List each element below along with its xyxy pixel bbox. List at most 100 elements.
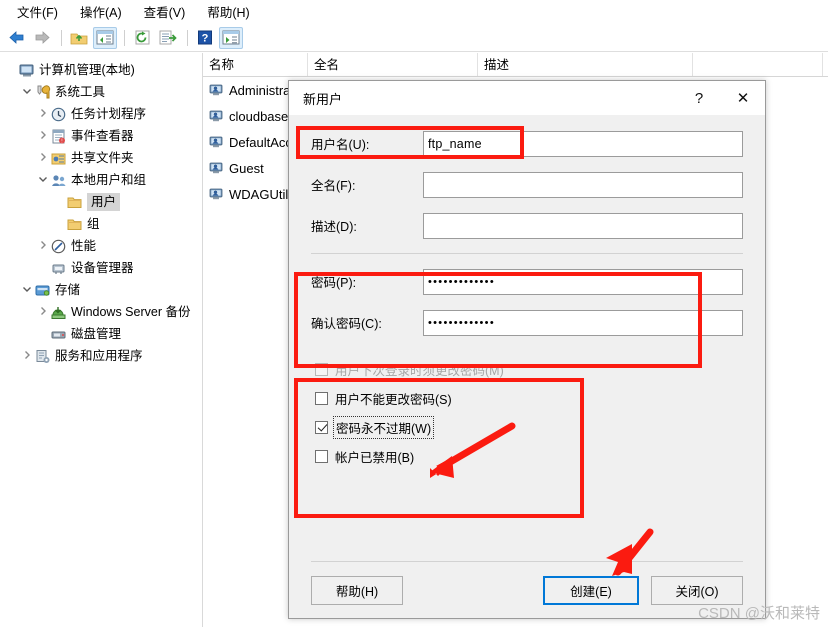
checkbox-must-change-password-row[interactable]: 用户下次登录时须更改密码(M) bbox=[289, 355, 765, 384]
column-header-blank[interactable] bbox=[693, 53, 823, 76]
back-icon[interactable] bbox=[4, 27, 28, 49]
backup-icon bbox=[50, 304, 68, 320]
sidebar-item-label: 共享文件夹 bbox=[71, 151, 134, 165]
dialog-body: 用户名(U): ftp_name 全名(F): 描述(D): 密码(P): ••… bbox=[289, 115, 765, 618]
new-user-dialog: 新用户 ? ✕ 用户名(U): ftp_name 全名(F): 描述(D): 密… bbox=[288, 80, 766, 619]
column-header-描述[interactable]: 描述 bbox=[478, 53, 693, 76]
tools-icon bbox=[34, 84, 52, 100]
chevron-right-icon[interactable] bbox=[20, 350, 34, 363]
checkbox-password-never-expires[interactable] bbox=[315, 421, 328, 434]
event-icon: ! bbox=[50, 128, 68, 144]
sidebar-item-system-tools[interactable]: 系统工具 bbox=[0, 81, 202, 103]
chevron-down-icon[interactable] bbox=[20, 86, 34, 99]
sidebar-item-task-scheduler[interactable]: 任务计划程序 bbox=[0, 103, 202, 125]
sidebar-item-label: 事件查看器 bbox=[71, 129, 134, 143]
help-button[interactable]: 帮助(H) bbox=[311, 575, 403, 605]
share-icon bbox=[50, 150, 68, 166]
sidebar-item-label: 组 bbox=[87, 217, 100, 231]
password-field[interactable]: ••••••••••••• bbox=[423, 268, 743, 295]
folder-icon bbox=[66, 194, 84, 210]
description-field[interactable] bbox=[423, 212, 743, 239]
show-tree-icon[interactable] bbox=[93, 26, 117, 49]
sidebar-item-users[interactable]: 用户 bbox=[0, 191, 202, 213]
help-question-icon[interactable]: ? bbox=[677, 81, 721, 115]
create-button[interactable]: 创建(E) bbox=[543, 575, 639, 605]
sidebar-item-label: 系统工具 bbox=[55, 85, 106, 99]
dialog-title: 新用户 bbox=[303, 91, 343, 107]
column-header-全名[interactable]: 全名 bbox=[308, 53, 478, 76]
watermark: CSDN @沃和莱特 bbox=[698, 605, 820, 622]
fullname-field[interactable] bbox=[423, 171, 743, 198]
user-account-icon bbox=[207, 83, 227, 98]
sidebar-item-performance[interactable]: 性能 bbox=[0, 235, 202, 257]
toolbar-separator bbox=[187, 29, 188, 46]
toolbar: ? bbox=[0, 24, 828, 52]
sidebar-item-disk-management[interactable]: 磁盘管理 bbox=[0, 323, 202, 345]
properties-icon[interactable] bbox=[219, 26, 243, 49]
menu-help[interactable]: 帮助(H) bbox=[196, 0, 260, 23]
divider-above-password bbox=[311, 253, 743, 254]
checkbox-must-change-password-label: 用户下次登录时须更改密码(M) bbox=[335, 364, 504, 378]
chevron-down-icon[interactable] bbox=[36, 174, 50, 187]
chevron-right-icon[interactable] bbox=[36, 240, 50, 253]
checkbox-cannot-change-password-label: 用户不能更改密码(S) bbox=[335, 393, 452, 407]
confirm-password-field[interactable]: ••••••••••••• bbox=[423, 309, 743, 336]
menu-action[interactable]: 操作(A) bbox=[69, 0, 133, 23]
sidebar-item-label: 本地用户和组 bbox=[71, 173, 147, 187]
list-column-header: 名称 全名 描述 bbox=[203, 53, 828, 77]
sidebar-item-label: 服务和应用程序 bbox=[55, 349, 143, 363]
checkbox-password-never-expires-label: 密码永不过期(W) bbox=[332, 416, 435, 439]
svg-text:?: ? bbox=[202, 33, 209, 45]
refresh-icon[interactable] bbox=[130, 27, 154, 49]
forward-icon[interactable] bbox=[30, 27, 54, 49]
sidebar-item-device-manager[interactable]: 设备管理器 bbox=[0, 257, 202, 279]
sidebar-item-services-applications[interactable]: 服务和应用程序 bbox=[0, 345, 202, 367]
checkbox-cannot-change-password-row[interactable]: 用户不能更改密码(S) bbox=[289, 384, 765, 413]
chevron-down-icon[interactable] bbox=[20, 284, 34, 297]
sidebar-item-shared-folders[interactable]: 共享文件夹 bbox=[0, 147, 202, 169]
username-field[interactable]: ftp_name bbox=[423, 130, 743, 157]
dialog-button-bar: 帮助(H) 创建(E) 关闭(O) bbox=[289, 562, 765, 618]
checkbox-password-never-expires-row[interactable]: 密码永不过期(W) bbox=[289, 413, 765, 442]
chevron-right-icon[interactable] bbox=[36, 108, 50, 121]
checkbox-account-disabled-row[interactable]: 帐户已禁用(B) bbox=[289, 442, 765, 471]
user-account-icon bbox=[207, 187, 227, 202]
description-row: 描述(D): bbox=[289, 205, 765, 246]
up-folder-icon[interactable] bbox=[67, 27, 91, 49]
disk-icon bbox=[50, 326, 68, 342]
users-icon bbox=[50, 172, 68, 188]
sidebar-item-label: 计算机管理(本地) bbox=[39, 63, 135, 77]
chevron-right-icon[interactable] bbox=[36, 130, 50, 143]
chevron-right-icon[interactable] bbox=[36, 306, 50, 319]
column-header-名称[interactable]: 名称 bbox=[203, 53, 308, 76]
menu-file[interactable]: 文件(F) bbox=[6, 0, 69, 23]
options-group: 用户下次登录时须更改密码(M) 用户不能更改密码(S) 密码永不过期(W) 帐户已禁用… bbox=[289, 355, 765, 471]
menu-bar: 文件(F) 操作(A) 查看(V) 帮助(H) bbox=[0, 0, 828, 24]
checkbox-account-disabled[interactable] bbox=[315, 450, 328, 463]
console-tree: 计算机管理(本地) 系统工具 任务计划程序! 事件查看器 共享文件夹 本地用户和组 用户组性… bbox=[0, 53, 203, 627]
sidebar-item-windows-server-backup[interactable]: Windows Server 备份 bbox=[0, 301, 202, 323]
password-label: 密码(P): bbox=[311, 276, 357, 290]
toolbar-separator bbox=[124, 29, 125, 46]
sidebar-item-event-viewer[interactable]: ! 事件查看器 bbox=[0, 125, 202, 147]
help-icon[interactable]: ? bbox=[193, 27, 217, 49]
toolbar-separator bbox=[61, 29, 62, 46]
sidebar-item-local-users-groups[interactable]: 本地用户和组 bbox=[0, 169, 202, 191]
storage-icon bbox=[34, 282, 52, 298]
folder-icon bbox=[66, 216, 84, 232]
checkbox-cannot-change-password[interactable] bbox=[315, 392, 328, 405]
device-icon bbox=[50, 260, 68, 276]
perf-icon bbox=[50, 238, 68, 254]
close-button[interactable]: 关闭(O) bbox=[651, 575, 743, 605]
sidebar-item-groups[interactable]: 组 bbox=[0, 213, 202, 235]
export-list-icon[interactable] bbox=[156, 27, 180, 49]
sidebar-item-computer-management[interactable]: 计算机管理(本地) bbox=[0, 59, 202, 81]
close-icon[interactable]: ✕ bbox=[721, 81, 765, 115]
sidebar-item-label: 用户 bbox=[87, 193, 121, 211]
sidebar-item-label: 任务计划程序 bbox=[71, 107, 147, 121]
menu-view[interactable]: 查看(V) bbox=[133, 0, 197, 23]
user-account-icon bbox=[207, 135, 227, 150]
chevron-right-icon[interactable] bbox=[36, 152, 50, 165]
sidebar-item-storage[interactable]: 存储 bbox=[0, 279, 202, 301]
checkbox-account-disabled-label: 帐户已禁用(B) bbox=[335, 451, 415, 465]
